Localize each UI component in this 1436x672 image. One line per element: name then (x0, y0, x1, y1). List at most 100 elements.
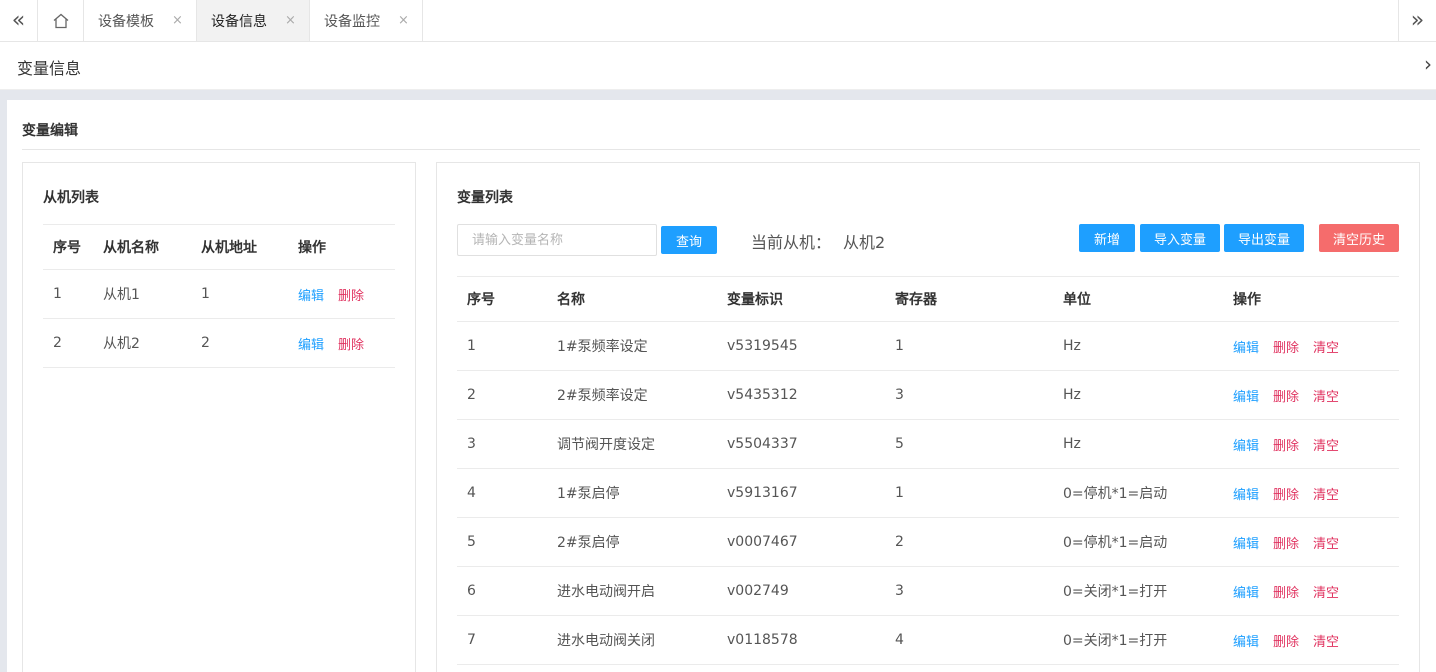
slave-list-title: 从机列表 (43, 190, 99, 206)
cell-variable-id: v5504337 (727, 436, 798, 452)
cell-no: 7 (467, 632, 476, 648)
cell-name: 1#泵频率设定 (557, 339, 648, 355)
tab-device-monitor[interactable]: 设备监控 × (310, 0, 423, 41)
cell-name: 2#泵启停 (557, 535, 620, 551)
delete-link[interactable]: 删除 (1273, 635, 1299, 650)
cell-unit: 0=停机*1=启动 (1063, 535, 1168, 551)
delete-link[interactable]: 删除 (338, 289, 364, 304)
cell-variable-id: v5435312 (727, 387, 798, 403)
cell-unit: Hz (1063, 338, 1081, 354)
delete-link[interactable]: 删除 (1273, 439, 1299, 454)
delete-link[interactable]: 删除 (1273, 488, 1299, 503)
tab-home[interactable] (38, 0, 84, 41)
tab-scroll-left-button[interactable]: « (0, 0, 38, 41)
clear-link[interactable]: 清空 (1313, 537, 1339, 552)
delete-link[interactable]: 删除 (1273, 341, 1299, 356)
column-header: 从机名称 (103, 240, 159, 256)
clear-link[interactable]: 清空 (1313, 341, 1339, 356)
cell-actions: 编辑 删除 (298, 270, 395, 319)
clear-link[interactable]: 清空 (1313, 488, 1339, 503)
chevron-right-icon[interactable]: › (1424, 52, 1432, 76)
delete-link[interactable]: 删除 (1273, 537, 1299, 552)
cell-actions: 编辑 删除 (298, 319, 395, 368)
cell-variable-id: v002749 (727, 583, 789, 599)
column-header: 从机地址 (201, 240, 257, 256)
tab-device-info[interactable]: 设备信息 × (197, 0, 310, 41)
edit-link[interactable]: 编辑 (1233, 390, 1259, 405)
cell-variable-id: v5913167 (727, 485, 798, 501)
close-icon[interactable]: × (172, 13, 196, 28)
delete-link[interactable]: 删除 (1273, 586, 1299, 601)
table-row[interactable]: 5 2#泵启停 v0007467 2 0=停机*1=启动 编辑 删除 清空 (457, 517, 1399, 567)
cell-no: 1 (53, 286, 62, 302)
table-row[interactable]: 2 2#泵频率设定 v5435312 3 Hz 编辑 删除 清空 (457, 370, 1399, 420)
page-gutter (0, 100, 7, 672)
cell-actions: 编辑 删除 清空 (1233, 518, 1399, 567)
cell-actions: 编辑 删除 清空 (1233, 371, 1399, 420)
divider (22, 149, 1420, 150)
export-variables-button[interactable]: 导出变量 (1224, 224, 1304, 252)
table-header-row: 序号 名称 变量标识 寄存器 单位 操作 (457, 276, 1399, 322)
query-button[interactable]: 查询 (661, 226, 717, 254)
current-slave: 当前从机： 从机2 (751, 229, 885, 253)
tab-scroll-right-button[interactable]: » (1398, 0, 1436, 41)
table-row[interactable]: 7 进水电动阀关闭 v0118578 4 0=关闭*1=打开 编辑 删除 清空 (457, 615, 1399, 665)
edit-link[interactable]: 编辑 (1233, 537, 1259, 552)
edit-link[interactable]: 编辑 (298, 289, 324, 304)
table-row[interactable]: 1 1#泵频率设定 v5319545 1 Hz 编辑 删除 清空 (457, 321, 1399, 371)
double-chevron-left-icon: « (11, 8, 26, 33)
current-slave-label: 当前从机： (751, 233, 832, 252)
edit-link[interactable]: 编辑 (1233, 439, 1259, 454)
delete-link[interactable]: 删除 (338, 338, 364, 353)
tab-label: 设备模板 (98, 13, 154, 30)
import-variables-button[interactable]: 导入变量 (1140, 224, 1220, 252)
cell-actions: 编辑 删除 清空 (1233, 322, 1399, 371)
clear-history-button[interactable]: 清空历史 (1319, 224, 1399, 252)
cell-no: 5 (467, 534, 476, 550)
column-header: 序号 (467, 292, 495, 308)
cell-no: 2 (467, 387, 476, 403)
clear-link[interactable]: 清空 (1313, 390, 1339, 405)
cell-name: 2#泵频率设定 (557, 388, 648, 404)
variable-search-input[interactable] (457, 224, 657, 256)
table-row[interactable]: 4 1#泵启停 v5913167 1 0=停机*1=启动 编辑 删除 清空 (457, 468, 1399, 518)
slave-table: 序号 从机名称 从机地址 操作 1 从机1 1 编辑 删除 2 从机2 2 编辑删… (43, 224, 395, 368)
column-header: 名称 (557, 292, 585, 308)
clear-link[interactable]: 清空 (1313, 586, 1339, 601)
variable-list-title: 变量列表 (457, 190, 513, 206)
cell-name: 进水电动阀关闭 (557, 633, 655, 649)
delete-link[interactable]: 删除 (1273, 390, 1299, 405)
table-row[interactable]: 3 调节阀开度设定 v5504337 5 Hz 编辑 删除 清空 (457, 419, 1399, 469)
home-icon (53, 13, 68, 28)
cell-actions: 编辑 删除 清空 (1233, 616, 1399, 665)
page-title: 变量信息 (17, 59, 82, 78)
table-row[interactable]: 2 从机2 2 编辑 删除 (43, 318, 395, 368)
cell-register: 1 (895, 485, 904, 501)
cell-no: 3 (467, 436, 476, 452)
tab-device-template[interactable]: 设备模板 × (84, 0, 197, 41)
cell-register: 3 (895, 583, 904, 599)
edit-link[interactable]: 编辑 (1233, 488, 1259, 503)
add-button[interactable]: 新增 (1079, 224, 1135, 252)
table-row[interactable]: 6 进水电动阀开启 v002749 3 0=关闭*1=打开 编辑 删除 清空 (457, 566, 1399, 616)
clear-link[interactable]: 清空 (1313, 439, 1339, 454)
cell-name: 调节阀开度设定 (557, 437, 655, 453)
clear-link[interactable]: 清空 (1313, 635, 1339, 650)
cell-register: 2 (895, 534, 904, 550)
tabs: 设备模板 × 设备信息 × 设备监控 × (84, 0, 423, 41)
column-header: 变量标识 (727, 292, 783, 308)
column-header: 序号 (53, 240, 81, 256)
table-row[interactable]: 1 从机1 1 编辑 删除 (43, 269, 395, 319)
edit-link[interactable]: 编辑 (1233, 341, 1259, 356)
edit-link[interactable]: 编辑 (298, 338, 324, 353)
cell-name: 从机2 (103, 336, 140, 352)
cell-no: 1 (467, 338, 476, 354)
edit-link[interactable]: 编辑 (1233, 586, 1259, 601)
cell-variable-id: v0007467 (727, 534, 798, 550)
cell-unit: Hz (1063, 387, 1081, 403)
edit-link[interactable]: 编辑 (1233, 635, 1259, 650)
close-icon[interactable]: × (398, 13, 422, 28)
cell-variable-id: v0118578 (727, 632, 798, 648)
close-icon[interactable]: × (285, 13, 309, 28)
variable-table: 序号 名称 变量标识 寄存器 单位 操作 1 1#泵频率设定 v5319545 1 Hz… (457, 276, 1399, 665)
